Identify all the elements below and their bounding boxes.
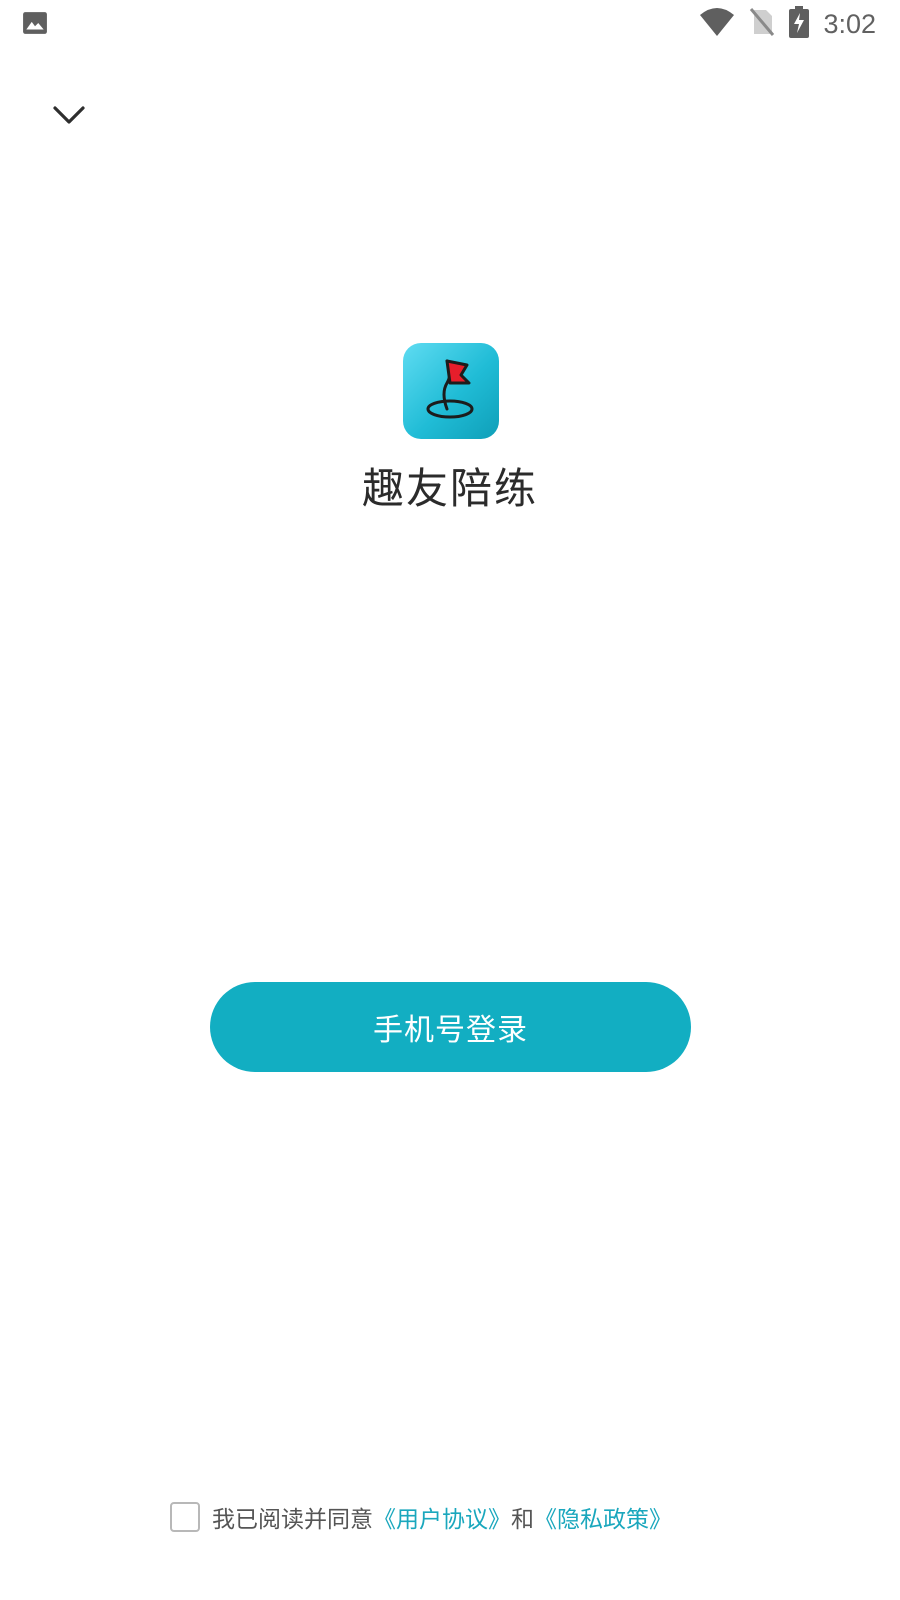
status-time: 3:02 — [823, 8, 876, 39]
user-agreement-link[interactable]: 《用户协议》 — [373, 1500, 511, 1534]
agreement-conjunction: 和 — [511, 1507, 534, 1533]
phone-login-button[interactable]: 手机号登录 — [210, 982, 691, 1072]
app-name: 趣友陪练 — [361, 464, 538, 513]
agree-checkbox[interactable] — [170, 1502, 200, 1532]
no-sim-icon — [749, 7, 775, 41]
login-screen: 3:02 趣友陪练 手机号登录 我已阅读并同意 《用户协议》 和 《隐私政策》 — [0, 0, 900, 1600]
image-icon — [22, 10, 48, 40]
flag-on-pin-icon — [426, 359, 474, 419]
status-icons: 3:02 — [699, 6, 876, 42]
agreement-prefix: 我已阅读并同意 — [212, 1507, 373, 1533]
collapse-button[interactable] — [44, 92, 94, 138]
wifi-icon — [699, 7, 735, 41]
battery-charging-icon — [789, 6, 810, 42]
status-bar: 3:02 — [0, 0, 900, 48]
app-logo — [403, 343, 499, 439]
chevron-down-icon — [53, 106, 85, 124]
privacy-policy-link[interactable]: 《隐私政策》 — [534, 1500, 672, 1534]
agreement-row: 我已阅读并同意 《用户协议》 和 《隐私政策》 — [170, 1500, 672, 1534]
